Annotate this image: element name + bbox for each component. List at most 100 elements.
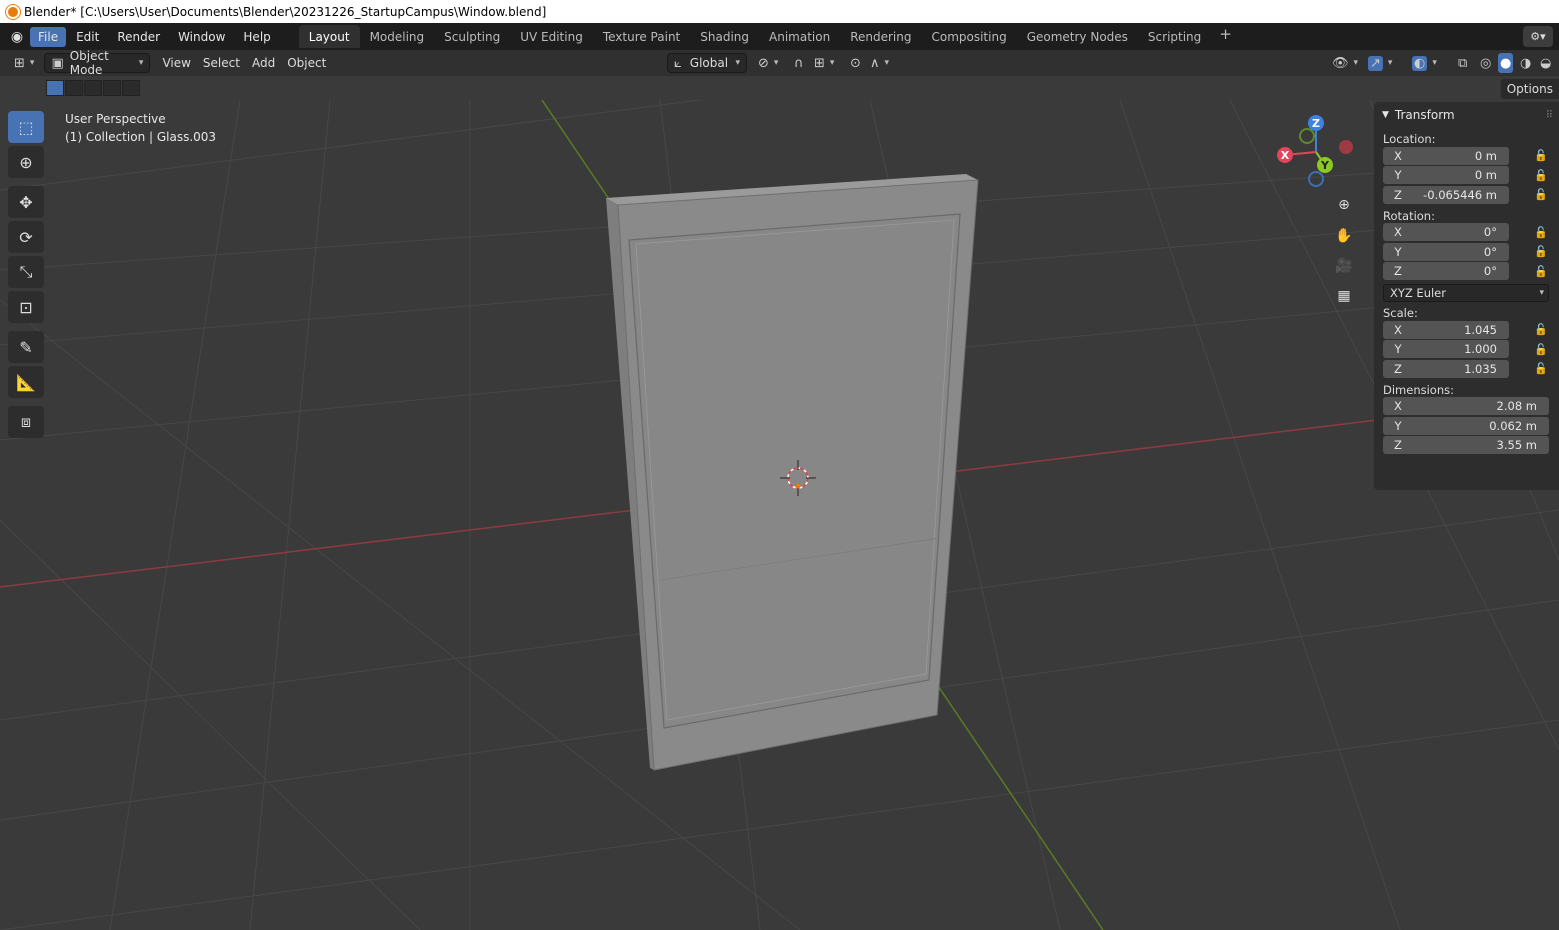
dimensions-z-field[interactable]: Z 3.55 m	[1383, 436, 1549, 455]
axis-label: Z	[1394, 187, 1402, 202]
field-value: 1.045	[1464, 322, 1497, 337]
gizmo-neg-z[interactable]	[1308, 171, 1324, 187]
menu-select[interactable]: Select	[197, 53, 246, 73]
gizmo-neg-x[interactable]	[1339, 140, 1353, 154]
select-extend-icon[interactable]	[65, 80, 83, 96]
tab-texture-paint[interactable]: Texture Paint	[593, 25, 690, 48]
shading-solid[interactable]: ●	[1498, 53, 1514, 73]
cursor-tool[interactable]: ⊕	[8, 146, 44, 178]
lock-icon[interactable]: 🔓	[1534, 226, 1548, 239]
lock-icon[interactable]: 🔓	[1534, 149, 1548, 162]
select-new-icon[interactable]	[46, 80, 64, 96]
location-z-field[interactable]: Z -0.065446 m	[1383, 185, 1509, 204]
lock-icon[interactable]: 🔓	[1534, 245, 1548, 258]
pan-button[interactable]: ✋	[1330, 222, 1358, 250]
3d-viewport[interactable]	[0, 100, 1559, 930]
menu-file[interactable]: File	[30, 26, 67, 47]
zoom-button[interactable]: ⊕	[1330, 191, 1358, 219]
menu-window[interactable]: Window	[170, 27, 233, 47]
lock-icon[interactable]: 🔓	[1534, 188, 1548, 201]
move-tool[interactable]: ✥	[8, 186, 44, 218]
snap-target-button[interactable]: ⊞ ▾	[808, 53, 840, 73]
scale-y-field[interactable]: Y 1.000	[1383, 340, 1509, 359]
location-x-row: X 0 m 🔓	[1383, 146, 1559, 166]
scale-x-field[interactable]: X 1.045	[1383, 320, 1509, 339]
tab-shading[interactable]: Shading	[690, 25, 759, 48]
tab-scripting[interactable]: Scripting	[1138, 25, 1211, 48]
shading-rendered[interactable]: ◒	[1538, 53, 1553, 73]
transform-panel-header[interactable]: ▼ Transform ⠿	[1374, 102, 1559, 128]
viewport-info: User Perspective (1) Collection | Glass.…	[65, 110, 216, 146]
select-subtract-icon[interactable]	[84, 80, 102, 96]
rotation-mode-dropdown[interactable]: XYZ Euler ▾	[1383, 284, 1549, 302]
camera-view-button[interactable]: 🎥	[1330, 252, 1358, 280]
gizmo-toggle[interactable]: ↗ ▾	[1362, 53, 1398, 73]
dimensions-y-field[interactable]: Y 0.062 m	[1383, 416, 1549, 435]
lock-icon[interactable]: 🔓	[1534, 323, 1548, 336]
tab-compositing[interactable]: Compositing	[921, 25, 1016, 48]
drag-handle-icon[interactable]: ⠿	[1546, 110, 1553, 121]
overlay-toggle[interactable]: ◐ ▾	[1406, 53, 1443, 73]
scale-tool[interactable]: ⤡	[8, 256, 44, 288]
scale-z-field[interactable]: Z 1.035	[1383, 359, 1509, 378]
transform-icon: ⊡	[19, 297, 33, 317]
chevron-down-icon: ▾	[1539, 288, 1544, 298]
annotate-tool[interactable]: ✎	[8, 331, 44, 363]
rotate-tool[interactable]: ⟳	[8, 221, 44, 253]
menu-view[interactable]: View	[156, 53, 196, 73]
location-x-field[interactable]: X 0 m	[1383, 146, 1509, 165]
gizmo-neg-y[interactable]	[1299, 128, 1315, 144]
editor-type-button[interactable]: ⊞ ▾	[8, 53, 40, 73]
orientation-dropdown[interactable]: ⟀ Global ▾	[667, 53, 747, 73]
tab-layout[interactable]: Layout	[298, 25, 360, 48]
tab-rendering[interactable]: Rendering	[840, 25, 921, 48]
blender-menu-icon[interactable]: ◉	[4, 23, 30, 50]
navigation-gizmo[interactable]: Z Y X	[1272, 112, 1360, 192]
pivot-point-button[interactable]: ⊘ ▾	[752, 53, 784, 73]
dimensions-x-field[interactable]: X 2.08 m	[1383, 397, 1549, 416]
lock-icon[interactable]: 🔓	[1534, 343, 1548, 356]
options-button[interactable]: Options	[1500, 79, 1559, 99]
object-mode-icon: ▣	[51, 55, 64, 71]
rotation-x-field[interactable]: X 0°	[1383, 223, 1509, 242]
lock-icon[interactable]: 🔓	[1534, 169, 1548, 182]
snap-toggle[interactable]: ∩	[788, 53, 810, 73]
menu-edit[interactable]: Edit	[68, 27, 107, 47]
location-y-field[interactable]: Y 0 m	[1383, 166, 1509, 185]
scale-z-row: Z 1.035 🔓	[1383, 359, 1559, 379]
lock-icon[interactable]: 🔓	[1534, 265, 1548, 278]
tab-animation[interactable]: Animation	[759, 25, 840, 48]
axis-label: Y	[1394, 244, 1402, 259]
scene-selector-button[interactable]: ⚙▾	[1523, 26, 1553, 47]
rotation-z-field[interactable]: Z 0°	[1383, 262, 1509, 281]
menu-render[interactable]: Render	[109, 27, 168, 47]
select-intersect-icon[interactable]	[122, 80, 140, 96]
tab-geometry-nodes[interactable]: Geometry Nodes	[1017, 25, 1138, 48]
select-invert-icon[interactable]	[103, 80, 121, 96]
workspace-tabs: Layout Modeling Sculpting UV Editing Tex…	[298, 25, 1240, 48]
tab-sculpting[interactable]: Sculpting	[434, 25, 510, 48]
tab-modeling[interactable]: Modeling	[360, 25, 435, 48]
mode-dropdown[interactable]: ▣ Object Mode ▾	[44, 49, 151, 77]
menu-object[interactable]: Object	[281, 53, 332, 73]
snap-increment-icon: ⊞	[814, 55, 825, 71]
tab-uv-editing[interactable]: UV Editing	[510, 25, 593, 48]
rotation-y-field[interactable]: Y 0°	[1383, 242, 1509, 261]
shading-material[interactable]: ◑	[1518, 53, 1533, 73]
transform-tool[interactable]: ⊡	[8, 291, 44, 323]
xray-toggle[interactable]: ⧉	[1452, 53, 1473, 73]
lock-icon[interactable]: 🔓	[1534, 362, 1548, 375]
menu-add[interactable]: Add	[246, 53, 281, 73]
select-box-tool[interactable]: ⬚	[8, 111, 44, 143]
shading-wireframe[interactable]: ◎	[1478, 53, 1493, 73]
measure-tool[interactable]: 📐	[8, 366, 44, 398]
scale-icon: ⤡	[19, 262, 33, 281]
menu-help[interactable]: Help	[235, 27, 278, 47]
add-workspace-icon[interactable]: +	[1211, 25, 1240, 48]
pivot-icon: ⊘	[758, 55, 769, 71]
visibility-button[interactable]: 👁 ▾	[1326, 53, 1364, 73]
proportional-falloff-button[interactable]: ∧ ▾	[864, 53, 895, 73]
window-object[interactable]	[606, 174, 979, 771]
add-cube-tool[interactable]: ⧈	[8, 406, 44, 438]
ortho-toggle-button[interactable]: ▦	[1330, 282, 1358, 310]
